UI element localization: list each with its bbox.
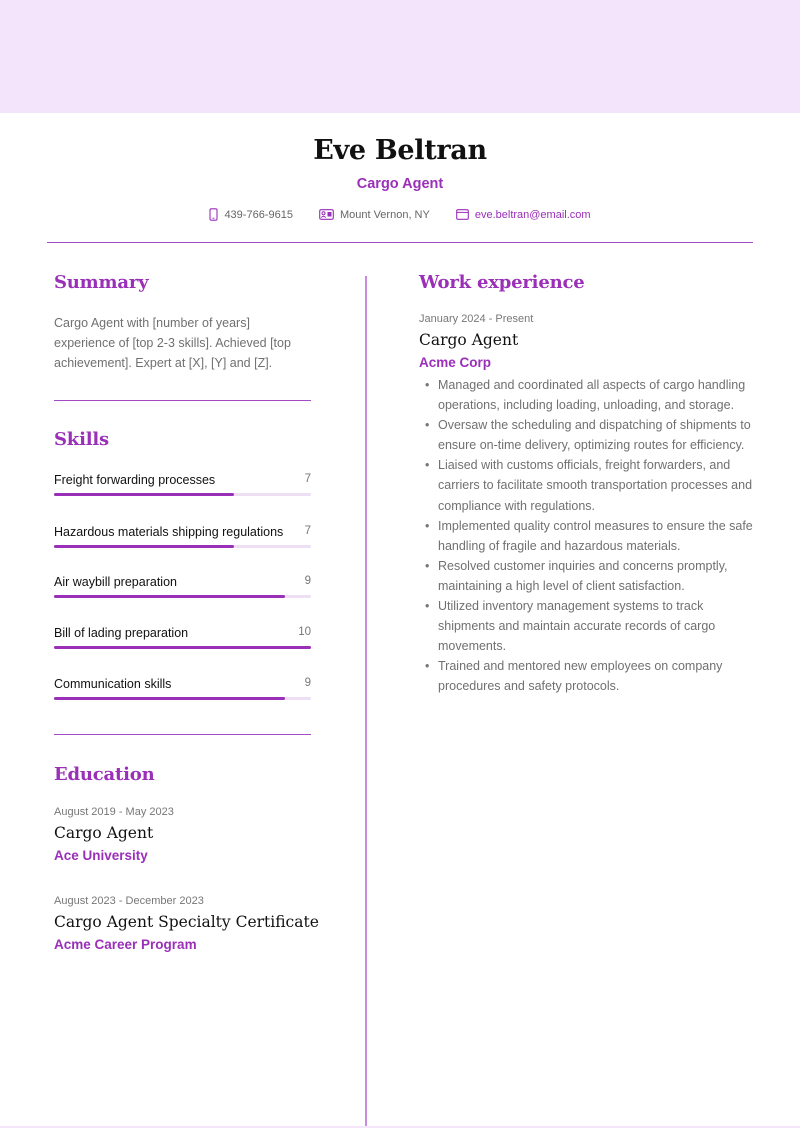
candidate-name: Eve Beltran bbox=[313, 135, 487, 166]
skill-name: Air waybill preparation bbox=[54, 575, 177, 589]
contact-list: 439-766-9615 Mount Vernon, NY eve.beltra… bbox=[0, 208, 800, 221]
skill-name: Bill of lading preparation bbox=[54, 626, 189, 640]
id-card-icon bbox=[319, 209, 334, 220]
summary-text: Cargo Agent with [number of years] exper… bbox=[54, 316, 291, 370]
skill-item: Communication skills 9 bbox=[54, 677, 311, 700]
work-bullet: Managed and coordinated all aspects of c… bbox=[419, 375, 759, 415]
left-column: Summary Cargo Agent with [number of year… bbox=[54, 272, 319, 952]
skill-item: Bill of lading preparation 10 bbox=[54, 626, 311, 649]
work-heading: Work experience bbox=[419, 272, 585, 293]
skill-level: 7 bbox=[304, 473, 311, 485]
skill-bar-fill bbox=[54, 595, 286, 598]
summary-divider bbox=[54, 400, 311, 401]
contact-phone: 439-766-9615 bbox=[209, 208, 293, 221]
header-band bbox=[0, 0, 800, 113]
education-degree: Cargo Agent Specialty Certificate bbox=[54, 913, 319, 931]
phone-icon bbox=[209, 208, 218, 221]
skill-bar bbox=[54, 493, 311, 496]
skill-bar-fill bbox=[54, 545, 234, 548]
work-bullet: Oversaw the scheduling and dispatching o… bbox=[419, 415, 759, 455]
phone-number: 439-766-9615 bbox=[224, 208, 293, 221]
skill-item: Air waybill preparation 9 bbox=[54, 575, 311, 598]
work-item: January 2024 - Present Cargo Agent Acme … bbox=[419, 313, 759, 697]
skills-divider bbox=[54, 734, 311, 735]
envelope-icon bbox=[455, 209, 469, 220]
education-degree: Cargo Agent bbox=[54, 824, 154, 842]
work-role: Cargo Agent bbox=[419, 331, 519, 349]
work-dates: January 2024 - Present bbox=[419, 313, 534, 325]
skill-bar bbox=[54, 545, 311, 548]
location: Mount Vernon, NY bbox=[339, 208, 430, 221]
skill-bar-fill bbox=[54, 493, 234, 496]
skill-bar-fill bbox=[54, 646, 311, 649]
skill-level: 9 bbox=[304, 575, 311, 587]
right-column: Work experience January 2024 - Present C… bbox=[419, 272, 759, 697]
education-school: Acme Career Program bbox=[54, 937, 197, 952]
skill-item: Freight forwarding processes 7 bbox=[54, 473, 311, 496]
skills-heading: Skills bbox=[54, 429, 109, 450]
skill-item: Hazardous materials shipping regulations… bbox=[54, 525, 311, 548]
summary-section: Summary Cargo Agent with [number of year… bbox=[54, 272, 311, 401]
contact-location: Mount Vernon, NY bbox=[319, 208, 430, 221]
work-company: Acme Corp bbox=[419, 355, 492, 370]
skill-level: 10 bbox=[298, 626, 311, 638]
education-school: Ace University bbox=[54, 848, 148, 863]
work-bullet: Trained and mentored new employees on co… bbox=[419, 656, 759, 696]
contact-email[interactable]: eve.beltran@email.com bbox=[455, 208, 591, 221]
education-dates: August 2023 - December 2023 bbox=[54, 895, 204, 907]
skill-level: 7 bbox=[304, 525, 311, 537]
education-item: August 2019 - May 2023 Cargo Agent Ace U… bbox=[54, 806, 334, 863]
skill-name: Hazardous materials shipping regulations bbox=[54, 525, 284, 539]
email-link[interactable]: eve.beltran@email.com bbox=[475, 209, 591, 221]
skill-bar-fill bbox=[54, 697, 286, 700]
header-divider bbox=[47, 242, 753, 243]
job-title: Cargo Agent bbox=[356, 176, 444, 192]
education-dates: August 2019 - May 2023 bbox=[54, 806, 174, 818]
education-item: August 2023 - December 2023 Cargo Agent … bbox=[54, 895, 354, 952]
column-divider bbox=[365, 276, 367, 1128]
work-bullet: Implemented quality control measures to … bbox=[419, 516, 759, 556]
work-bullet: Resolved customer inquiries and concerns… bbox=[419, 556, 759, 596]
skill-bar bbox=[54, 595, 311, 598]
work-bullet: Utilized inventory management systems to… bbox=[419, 596, 759, 656]
education-heading: Education bbox=[54, 764, 155, 785]
skill-name: Freight forwarding processes bbox=[54, 473, 216, 487]
skill-bar bbox=[54, 646, 311, 649]
skill-bar bbox=[54, 697, 311, 700]
work-bullet: Liaised with customs officials, freight … bbox=[419, 455, 759, 515]
summary-heading: Summary bbox=[54, 272, 149, 293]
work-bullets: Managed and coordinated all aspects of c… bbox=[419, 375, 759, 697]
skill-name: Communication skills bbox=[54, 677, 172, 691]
skill-level: 9 bbox=[304, 677, 311, 689]
